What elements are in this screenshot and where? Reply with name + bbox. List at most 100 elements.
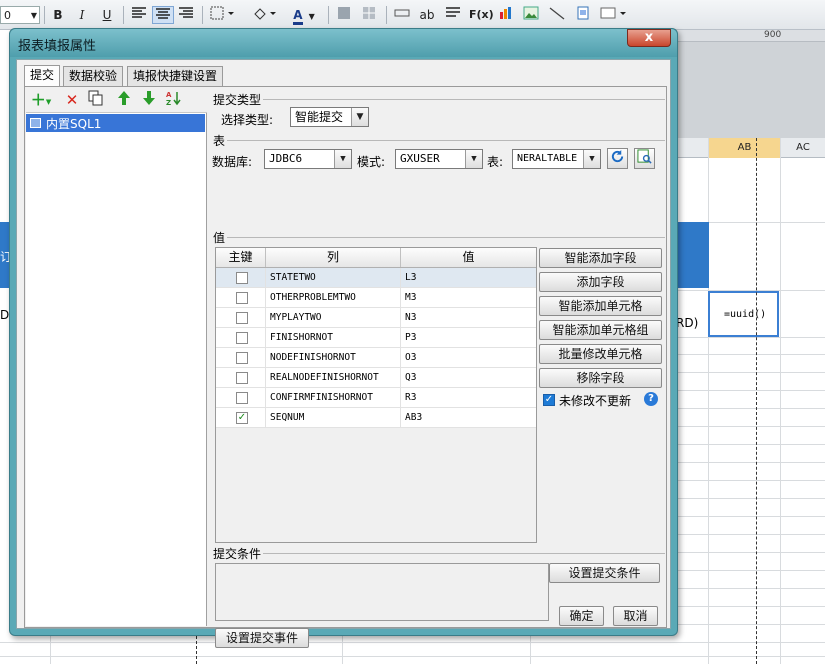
table-search-icon: [637, 149, 652, 164]
slash-line-icon[interactable]: [547, 6, 567, 24]
chevron-down-icon: ▼: [351, 108, 368, 126]
check-icon: ✓: [237, 412, 247, 423]
align-center-icon[interactable]: [152, 6, 174, 24]
value-cell[interactable]: Q3: [401, 368, 536, 387]
font-color-icon[interactable]: A ▼: [288, 6, 320, 25]
dialog-title-bar[interactable]: 报表填报属性 x: [10, 29, 677, 57]
list-item-sql[interactable]: 内置SQL1: [26, 114, 205, 132]
underline-button[interactable]: U: [98, 6, 116, 24]
table-row[interactable]: FINISHORNOT P3: [216, 328, 536, 348]
column-name-cell[interactable]: OTHERPROBLEMTWO: [266, 288, 401, 307]
smart-add-cell-group-button[interactable]: 智能添加单元格组: [539, 320, 662, 340]
tab-submit[interactable]: 提交: [24, 65, 61, 87]
submit-condition-box[interactable]: [215, 563, 549, 621]
align-left-icon[interactable]: [129, 6, 149, 24]
primary-key-checkbox[interactable]: [236, 352, 248, 364]
smart-add-fields-button[interactable]: 智能添加字段: [539, 248, 662, 268]
value-cell[interactable]: O3: [401, 348, 536, 367]
image-icon[interactable]: [521, 6, 541, 24]
primary-key-checkbox[interactable]: [236, 372, 248, 384]
primary-key-checkbox[interactable]: [236, 272, 248, 284]
value-cell[interactable]: N3: [401, 308, 536, 327]
help-glyph: ?: [648, 393, 654, 404]
add-field-button[interactable]: 添加字段: [539, 272, 662, 292]
table-row[interactable]: NODEFINISHORNOT O3: [216, 348, 536, 368]
value-cell[interactable]: AB3: [401, 408, 536, 427]
remove-field-button[interactable]: 移除字段: [539, 368, 662, 388]
column-name-cell[interactable]: REALNODEFINISHORNOT: [266, 368, 401, 387]
cell-element-icon[interactable]: [598, 6, 630, 24]
delete-icon[interactable]: ✕: [61, 90, 83, 110]
value-cell[interactable]: L3: [401, 268, 536, 287]
align-right-icon[interactable]: [176, 6, 196, 24]
chart-icon[interactable]: [497, 6, 515, 24]
column-name-cell[interactable]: MYPLAYTWO: [266, 308, 401, 327]
column-name-cell[interactable]: STATETWO: [266, 268, 401, 287]
table-select[interactable]: NERALTABLE ▼: [512, 149, 601, 169]
cell-text-d: D: [0, 308, 10, 322]
table-row[interactable]: REALNODEFINISHORNOT Q3: [216, 368, 536, 388]
column-name-cell[interactable]: NODEFINISHORNOT: [266, 348, 401, 367]
column-name-cell[interactable]: CONFIRMFINISHORNOT: [266, 388, 401, 407]
batch-modify-cells-button[interactable]: 批量修改单元格: [539, 344, 662, 364]
textbox-icon[interactable]: [393, 6, 411, 24]
zoom-input[interactable]: 0 ▼: [0, 6, 40, 24]
tab-data-validation[interactable]: 数据校验: [63, 66, 124, 86]
tab-shortcut-settings[interactable]: 填报快捷键设置: [127, 66, 224, 86]
bold-button[interactable]: B: [49, 6, 67, 24]
cell-text-rd: RD): [676, 316, 699, 330]
schema-select[interactable]: GXUSER ▼: [395, 149, 483, 169]
column-name-cell[interactable]: SEQNUM: [266, 408, 401, 427]
toolbar-divider: [44, 6, 45, 24]
primary-key-checkbox[interactable]: [236, 312, 248, 324]
preview-table-button[interactable]: [634, 148, 655, 169]
submit-type-select[interactable]: 智能提交 ▼: [290, 107, 369, 127]
copy-icon[interactable]: [85, 90, 107, 110]
text-ab-button[interactable]: ab: [418, 6, 436, 24]
close-button[interactable]: x: [627, 29, 671, 47]
value-cell[interactable]: P3: [401, 328, 536, 347]
primary-key-checkbox[interactable]: ✓: [236, 412, 248, 424]
grid-line: [0, 642, 825, 643]
paragraph-icon[interactable]: [443, 6, 463, 24]
smart-add-cells-button[interactable]: 智能添加单元格: [539, 296, 662, 316]
formula-button[interactable]: F(x): [469, 6, 494, 24]
cancel-button[interactable]: 取消: [613, 606, 658, 626]
selected-cell-uuid[interactable]: =uuid(): [708, 291, 779, 337]
primary-key-checkbox[interactable]: [236, 292, 248, 304]
table-row[interactable]: ✓ SEQNUM AB3: [216, 408, 536, 428]
column-name-cell[interactable]: FINISHORNOT: [266, 328, 401, 347]
column-header-value[interactable]: 值: [401, 248, 536, 267]
value-cell[interactable]: M3: [401, 288, 536, 307]
unmodified-checkbox[interactable]: ✓: [543, 394, 555, 406]
italic-button[interactable]: I: [73, 6, 91, 24]
ok-button[interactable]: 确定: [559, 606, 604, 626]
split-cells-icon[interactable]: [361, 6, 377, 24]
primary-key-checkbox[interactable]: [236, 392, 248, 404]
fill-color-icon[interactable]: [250, 6, 280, 24]
column-header-key[interactable]: 主键: [216, 248, 266, 267]
database-select[interactable]: JDBC6 ▼: [264, 149, 352, 169]
svg-text:A: A: [166, 91, 172, 99]
refresh-button[interactable]: [607, 148, 628, 169]
move-down-icon[interactable]: [138, 90, 160, 110]
border-icon[interactable]: [208, 6, 238, 24]
value-cell[interactable]: R3: [401, 388, 536, 407]
widget-icon[interactable]: [574, 6, 592, 24]
add-icon[interactable]: ＋▼: [30, 90, 52, 110]
set-submit-event-button[interactable]: 设置提交事件: [215, 628, 309, 648]
merge-cells-icon[interactable]: [336, 6, 352, 24]
column-header-ac[interactable]: AC: [780, 138, 825, 158]
table-row[interactable]: STATETWO L3: [216, 268, 536, 288]
move-up-icon[interactable]: [113, 90, 135, 110]
help-icon[interactable]: ?: [644, 392, 658, 406]
set-condition-button[interactable]: 设置提交条件: [549, 563, 660, 583]
grid-line: [780, 138, 781, 664]
column-header-ab[interactable]: AB: [708, 138, 780, 158]
table-row[interactable]: OTHERPROBLEMTWO M3: [216, 288, 536, 308]
sort-icon[interactable]: AZ: [163, 90, 185, 110]
table-row[interactable]: MYPLAYTWO N3: [216, 308, 536, 328]
column-header-column[interactable]: 列: [266, 248, 401, 267]
primary-key-checkbox[interactable]: [236, 332, 248, 344]
table-row[interactable]: CONFIRMFINISHORNOT R3: [216, 388, 536, 408]
